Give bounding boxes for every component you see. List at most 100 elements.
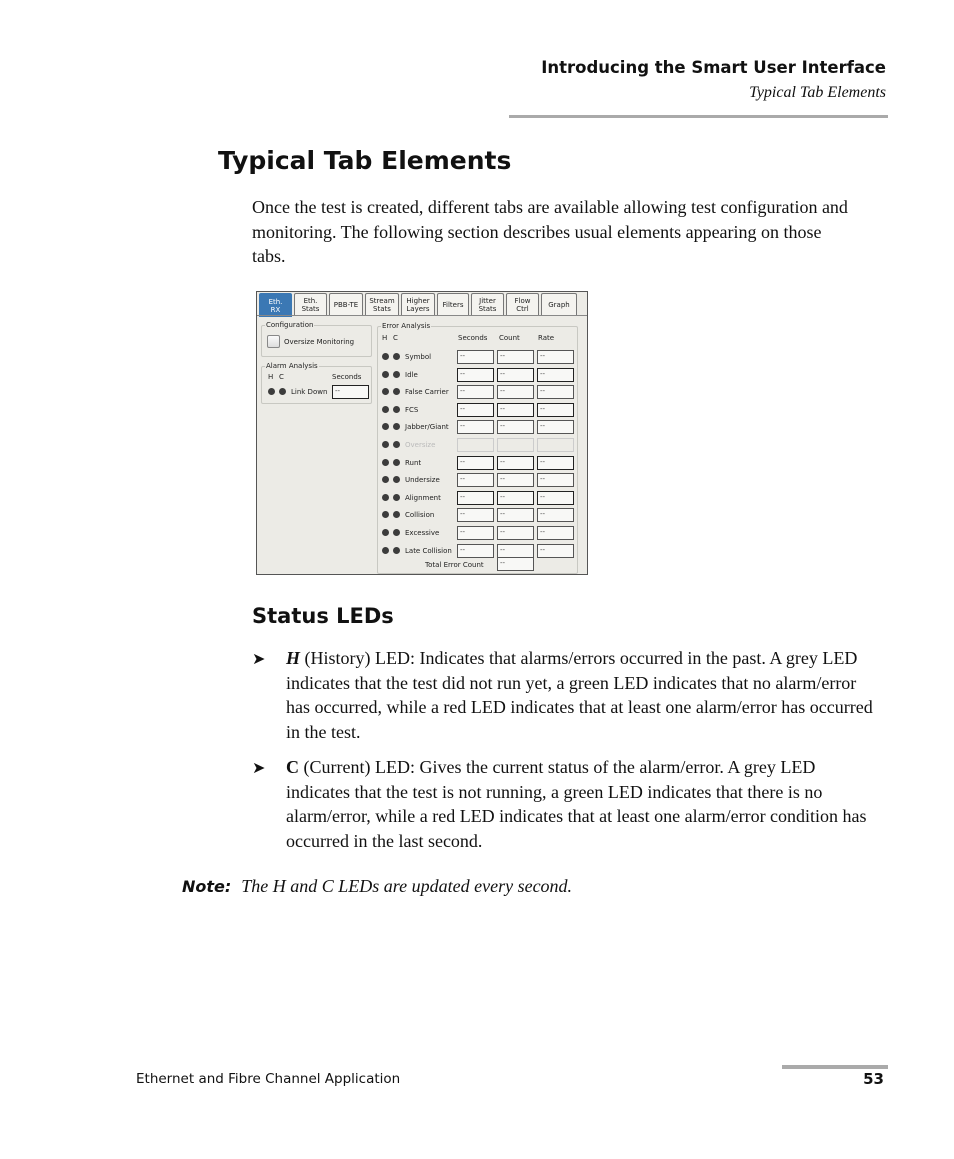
jabber-giant-rate-field: --: [537, 420, 574, 435]
error-h-header: H: [382, 334, 388, 342]
tab-flow-ctrl[interactable]: Flow Ctrl: [506, 293, 539, 315]
note-label: Note:: [182, 877, 232, 896]
alignment-history-led-icon: [382, 493, 389, 501]
error-analysis-title: Error Analysis: [381, 322, 432, 330]
runt-count-field: --: [497, 455, 534, 470]
idle-count-field: --: [497, 367, 534, 382]
error-c-header: C: [393, 334, 398, 342]
alarm-analysis-group: Alarm Analysis H C Seconds Link Down --: [261, 362, 372, 404]
symbol-count-field: --: [497, 350, 534, 364]
tab-eth-stats[interactable]: Eth. Stats: [294, 293, 327, 315]
false-carrier-label: False Carrier: [405, 388, 449, 397]
jabber-giant-seconds-field: --: [457, 420, 494, 435]
fcs-count-field: --: [497, 402, 534, 417]
tab-label: Eth. Stats: [302, 297, 320, 313]
oversize-rate-field: [537, 438, 574, 452]
undersize-history-led-icon: [382, 476, 389, 484]
tab-label-line1: Higher: [406, 296, 430, 305]
fcs-label: FCS: [405, 405, 419, 414]
tab-label: Jitter Stats: [479, 297, 497, 313]
false-carrier-seconds-field: --: [457, 385, 494, 400]
tab-label-line2: Layers: [406, 304, 430, 313]
count-column-header: Count: [499, 334, 520, 342]
history-led-bullet: ➤ H (History) LED: Indicates that alarms…: [252, 646, 882, 744]
oversize-monitoring-label: Oversize Monitoring: [284, 338, 355, 346]
idle-label: Idle: [405, 370, 418, 379]
oversize-count-field: [497, 438, 534, 452]
tab-label-line2: RX: [270, 305, 281, 314]
alarm-seconds-header: Seconds: [332, 373, 362, 381]
tab-stream-stats[interactable]: Stream Stats: [365, 293, 399, 315]
runt-current-led-icon: [393, 458, 400, 466]
footer-doc-title: Ethernet and Fibre Channel Application: [136, 1071, 401, 1087]
tab-eth-rx[interactable]: Eth. RX: [259, 293, 292, 317]
tab-label: Eth. RX: [269, 298, 283, 314]
undersize-label: Undersize: [405, 476, 440, 485]
fcs-history-led-icon: [382, 405, 389, 413]
excessive-label: Excessive: [405, 529, 440, 537]
current-description: (Current) LED: Gives the current status …: [286, 757, 867, 851]
symbol-label: Symbol: [405, 353, 432, 361]
fcs-rate-field: --: [537, 402, 574, 417]
oversize-monitoring-checkbox[interactable]: [267, 335, 280, 348]
alignment-label: Alignment: [405, 493, 441, 502]
bullet-arrow-icon: ➤: [252, 651, 266, 668]
jabber-giant-history-led-icon: [382, 423, 389, 431]
excessive-count-field: --: [497, 526, 534, 540]
symbol-history-led-icon: [382, 353, 389, 360]
jabber-giant-current-led-icon: [393, 423, 400, 431]
collision-current-led-icon: [393, 511, 400, 519]
rate-column-header: Rate: [538, 334, 555, 342]
fcs-seconds-field: --: [457, 402, 494, 417]
false-carrier-current-led-icon: [393, 388, 400, 396]
status-leds-heading: Status LEDs: [252, 604, 394, 628]
tab-higher-layers[interactable]: Higher Layers: [401, 293, 435, 315]
alarm-c-header: C: [279, 373, 284, 381]
link-down-current-led-icon: [279, 388, 286, 395]
header-rule: [509, 115, 888, 118]
link-down-label: Link Down: [291, 388, 328, 396]
late-collision-current-led-icon: [393, 546, 400, 554]
page-title: Typical Tab Elements: [218, 146, 512, 175]
tab-graph[interactable]: Graph: [541, 293, 577, 315]
history-description: (History) LED: Indicates that alarms/err…: [286, 648, 873, 742]
oversize-seconds-field: [457, 438, 494, 452]
alignment-count-field: --: [497, 490, 534, 505]
seconds-column-header: Seconds: [458, 334, 488, 342]
link-down-seconds-field: --: [332, 385, 369, 399]
jabber-giant-label: Jabber/Giant: [405, 423, 449, 432]
note-text: The H and C LEDs are updated every secon…: [241, 876, 573, 896]
section-title: Typical Tab Elements: [749, 84, 886, 101]
configuration-group: Configuration Oversize Monitoring: [261, 321, 372, 357]
tab-divider: [257, 315, 587, 316]
page-number: 53: [863, 1070, 884, 1088]
excessive-history-led-icon: [382, 529, 389, 536]
ui-screenshot: Eth. RX Eth. Stats PBB-TE Stream Stats Higher La…: [256, 291, 588, 575]
false-carrier-count-field: --: [497, 385, 534, 400]
tab-label-line1: Flow: [514, 296, 531, 305]
tab-filters[interactable]: Filters: [437, 293, 469, 315]
tab-label-line1: Eth.: [268, 297, 283, 306]
idle-history-led-icon: [382, 370, 389, 378]
runt-rate-field: --: [537, 455, 574, 470]
alarm-analysis-title: Alarm Analysis: [265, 362, 319, 370]
tab-jitter-stats[interactable]: Jitter Stats: [471, 293, 504, 315]
late-collision-history-led-icon: [382, 546, 389, 554]
tab-label-line1: Eth.: [303, 296, 318, 305]
late-collision-label: Late Collision: [405, 546, 452, 555]
tab-bar: Eth. RX Eth. Stats PBB-TE Stream Stats Higher La…: [259, 293, 579, 317]
tab-label-line1: Stream: [369, 296, 395, 305]
undersize-seconds-field: --: [457, 473, 494, 488]
running-header: Introducing the Smart User Interface Typ…: [541, 58, 886, 102]
tab-pbb-te[interactable]: PBB-TE: [329, 293, 363, 315]
excessive-seconds-field: --: [457, 526, 494, 540]
footer-rule: [782, 1065, 888, 1069]
oversize-history-led-icon: [382, 441, 389, 448]
jabber-giant-count-field: --: [497, 420, 534, 435]
intro-paragraph: Once the test is created, different tabs…: [252, 197, 848, 266]
tab-label-line2: Stats: [301, 304, 320, 313]
idle-seconds-field: --: [457, 367, 494, 382]
alarm-h-header: H: [268, 373, 274, 381]
alignment-seconds-field: --: [457, 490, 494, 505]
note: Note: The H and C LEDs are updated every …: [182, 876, 572, 897]
